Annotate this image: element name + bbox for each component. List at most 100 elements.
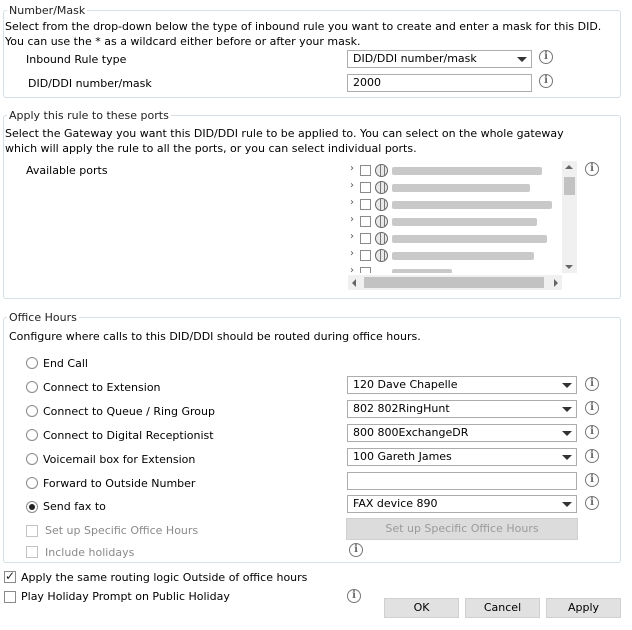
- connect-queue-radio[interactable]: [26, 405, 38, 417]
- info-icon[interactable]: i: [585, 162, 599, 176]
- chevron-down-icon: [562, 502, 572, 507]
- cancel-button[interactable]: Cancel: [465, 598, 540, 618]
- holiday-prompt-label[interactable]: Play Holiday Prompt on Public Holiday: [21, 590, 230, 603]
- info-icon[interactable]: i: [539, 50, 553, 64]
- redacted-port-name: [392, 167, 542, 175]
- holiday-prompt-checkbox[interactable]: [4, 591, 16, 603]
- chevron-right-icon[interactable]: ›: [350, 248, 354, 259]
- tree-item[interactable]: ›: [348, 231, 562, 247]
- tree-item[interactable]: ›: [348, 265, 562, 273]
- mask-input[interactable]: 2000: [347, 74, 532, 92]
- chevron-right-icon[interactable]: ›: [350, 197, 354, 208]
- chevron-down-icon: [562, 407, 572, 412]
- rule-type-select[interactable]: DID/DDI number/mask: [347, 50, 532, 68]
- info-icon[interactable]: i: [539, 74, 553, 88]
- queue-select[interactable]: 802 802RingHunt: [347, 400, 577, 418]
- rule-type-label: Inbound Rule type: [26, 53, 127, 66]
- same-routing-checkbox[interactable]: [4, 569, 16, 583]
- send-fax-label[interactable]: Send fax to: [43, 500, 106, 513]
- chevron-right-icon[interactable]: ›: [350, 180, 354, 191]
- tree-item[interactable]: ›: [348, 197, 562, 213]
- mask-label: DID/DDI number/mask: [28, 77, 152, 90]
- ports-legend: Apply this rule to these ports: [9, 109, 169, 122]
- extension-select-value: 120 Dave Chapelle: [353, 378, 458, 391]
- rule-type-value: DID/DDI number/mask: [353, 52, 477, 65]
- available-ports-tree[interactable]: › › › › › › ›: [348, 161, 578, 290]
- connect-queue-label[interactable]: Connect to Queue / Ring Group: [43, 405, 215, 418]
- ok-button[interactable]: OK: [384, 598, 459, 618]
- include-holidays-checkbox[interactable]: [26, 546, 38, 558]
- office-hours-description: Configure where calls to this DID/DDI sh…: [9, 330, 421, 343]
- info-icon[interactable]: i: [585, 496, 599, 510]
- info-icon[interactable]: i: [585, 377, 599, 391]
- redacted-port-name: [392, 235, 547, 243]
- info-icon[interactable]: i: [585, 473, 599, 487]
- chevron-right-icon[interactable]: ›: [350, 231, 354, 242]
- fax-select[interactable]: FAX device 890: [347, 495, 577, 513]
- receptionist-select-value: 800 800ExchangeDR: [353, 426, 469, 439]
- redacted-port-name: [392, 184, 530, 192]
- voicemail-label[interactable]: Voicemail box for Extension: [43, 453, 195, 466]
- port-checkbox[interactable]: [360, 199, 371, 210]
- info-icon[interactable]: i: [585, 449, 599, 463]
- voicemail-radio[interactable]: [26, 453, 38, 465]
- horizontal-scrollbar[interactable]: [348, 275, 562, 290]
- chevron-down-icon: [562, 383, 572, 388]
- info-icon[interactable]: i: [585, 401, 599, 415]
- scrollbar-thumb[interactable]: [364, 277, 544, 288]
- number-mask-legend: Number/Mask: [9, 4, 86, 17]
- connect-receptionist-label[interactable]: Connect to Digital Receptionist: [43, 429, 214, 442]
- redacted-port-name: [392, 218, 537, 226]
- info-icon[interactable]: i: [585, 425, 599, 439]
- chevron-right-icon[interactable]: ›: [350, 163, 354, 174]
- port-checkbox[interactable]: [360, 182, 371, 193]
- receptionist-select[interactable]: 800 800ExchangeDR: [347, 424, 577, 442]
- number-mask-description: Select from the drop-down below the type…: [5, 20, 602, 48]
- scrollbar-thumb[interactable]: [564, 177, 575, 195]
- tree-item[interactable]: ›: [348, 180, 562, 196]
- port-checkbox[interactable]: [360, 267, 371, 273]
- extension-select[interactable]: 120 Dave Chapelle: [347, 376, 577, 394]
- scroll-right-icon[interactable]: [554, 279, 558, 287]
- fax-select-value: FAX device 890: [353, 497, 438, 510]
- forward-outside-label[interactable]: Forward to Outside Number: [43, 477, 195, 490]
- port-checkbox[interactable]: [360, 165, 371, 176]
- scroll-left-icon[interactable]: [352, 279, 356, 287]
- voicemail-select[interactable]: 100 Gareth James: [347, 448, 577, 466]
- specific-hours-button[interactable]: Set up Specific Office Hours: [346, 518, 578, 540]
- tree-item[interactable]: ›: [348, 214, 562, 230]
- tree-item[interactable]: ›: [348, 248, 562, 264]
- available-ports-label: Available ports: [26, 164, 108, 177]
- include-holidays-label: Include holidays: [45, 546, 135, 559]
- office-hours-legend: Office Hours: [9, 311, 77, 324]
- specific-hours-checkbox[interactable]: [26, 525, 38, 537]
- connect-extension-label[interactable]: Connect to Extension: [43, 381, 161, 394]
- scroll-down-icon[interactable]: [565, 265, 573, 269]
- same-routing-label[interactable]: Apply the same routing logic Outside of …: [21, 571, 307, 584]
- ports-description: Select the Gateway you want this DID/DDI…: [5, 127, 564, 155]
- specific-hours-label: Set up Specific Office Hours: [45, 524, 199, 537]
- info-icon[interactable]: i: [349, 543, 363, 557]
- port-checkbox[interactable]: [360, 250, 371, 261]
- end-call-radio[interactable]: [26, 357, 38, 369]
- connect-receptionist-radio[interactable]: [26, 429, 38, 441]
- end-call-label[interactable]: End Call: [43, 357, 88, 370]
- tree-item[interactable]: ›: [348, 163, 562, 179]
- redacted-port-name: [392, 269, 452, 273]
- send-fax-radio[interactable]: [26, 501, 38, 513]
- globe-icon: [375, 232, 388, 245]
- apply-button[interactable]: Apply: [546, 598, 621, 618]
- vertical-scrollbar[interactable]: [562, 161, 577, 273]
- chevron-right-icon[interactable]: ›: [350, 214, 354, 225]
- port-checkbox[interactable]: [360, 216, 371, 227]
- connect-extension-radio[interactable]: [26, 381, 38, 393]
- scroll-up-icon[interactable]: [565, 165, 573, 169]
- chevron-right-icon[interactable]: ›: [350, 265, 354, 273]
- port-checkbox[interactable]: [360, 233, 371, 244]
- forward-outside-radio[interactable]: [26, 477, 38, 489]
- mask-input-value: 2000: [353, 76, 381, 89]
- outside-number-input[interactable]: [347, 472, 577, 490]
- globe-icon: [375, 249, 388, 262]
- info-icon[interactable]: i: [347, 589, 361, 603]
- globe-icon: [375, 181, 388, 194]
